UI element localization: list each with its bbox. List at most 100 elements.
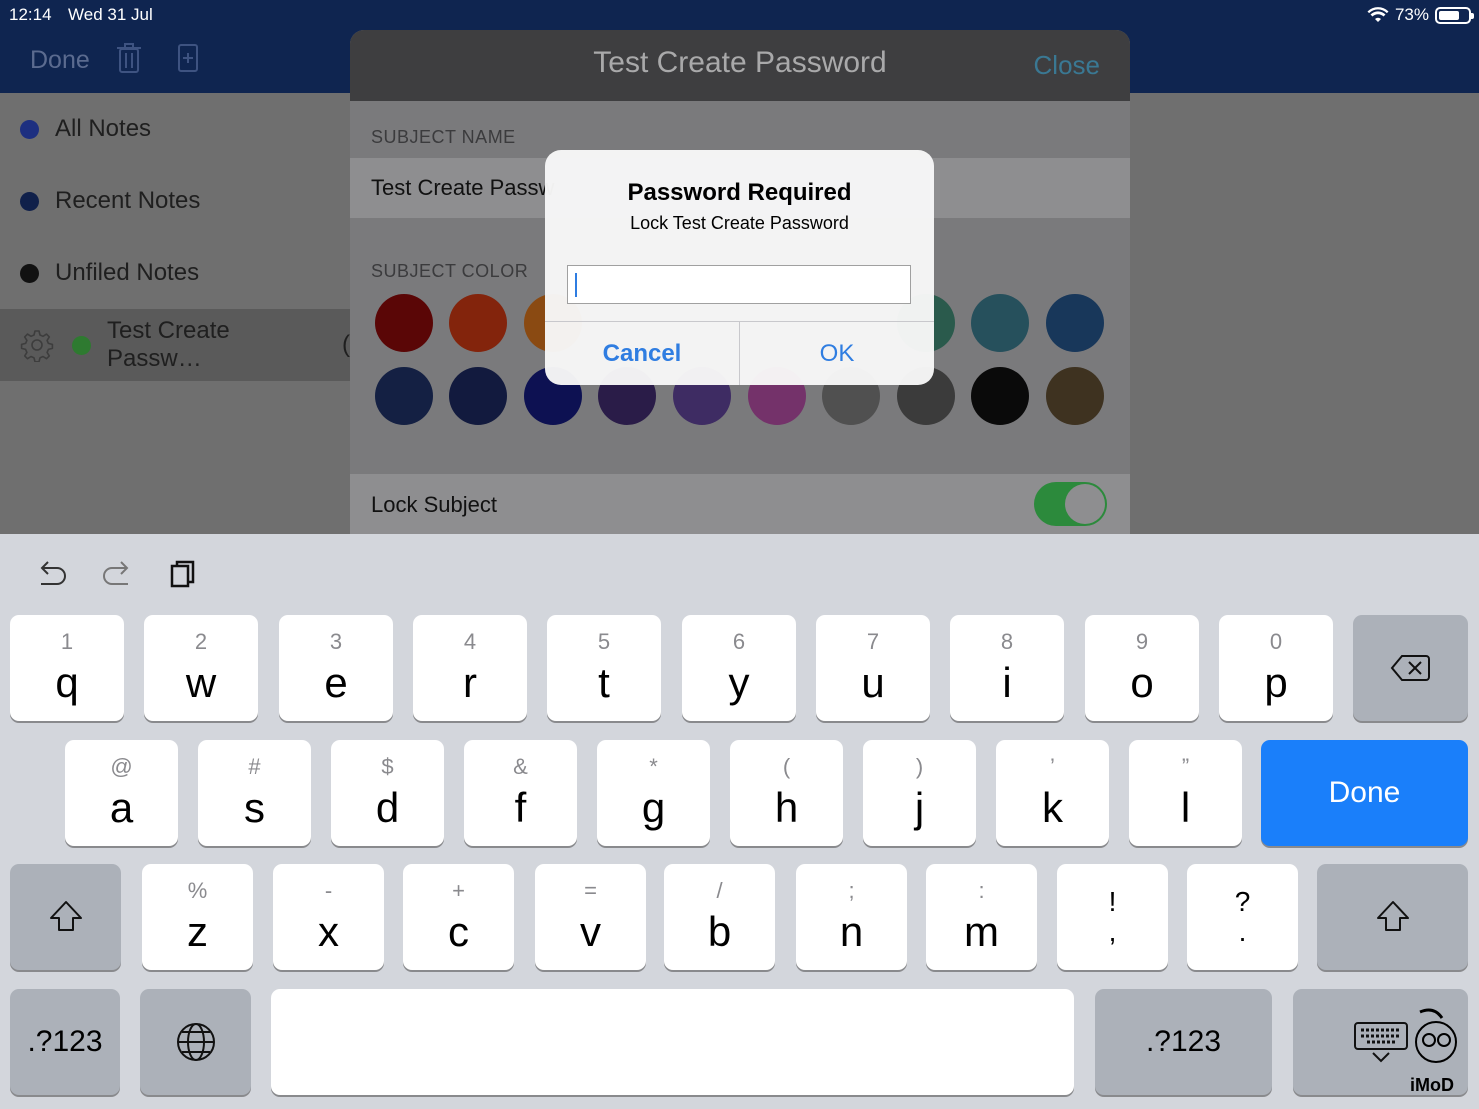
color-swatch[interactable] — [971, 367, 1029, 425]
key-label: v — [580, 908, 601, 955]
done-key-label: Done — [1328, 776, 1401, 809]
subject-name-label: SUBJECT NAME — [371, 127, 516, 147]
key-punctuation[interactable]: ?. — [1187, 864, 1298, 970]
color-swatch[interactable] — [375, 294, 433, 352]
numbers-key-right[interactable]: .?123 — [1095, 989, 1272, 1095]
shift-key-right[interactable] — [1317, 864, 1468, 970]
key-hint: 8 — [1000, 629, 1014, 654]
color-swatch[interactable] — [1046, 294, 1104, 352]
key-s[interactable]: # s — [198, 740, 311, 846]
key-hint: ’ — [1050, 754, 1055, 779]
key-hint: : — [978, 878, 985, 903]
sidebar: All Notes Recent Notes Unfiled Notes Tes… — [0, 93, 350, 534]
sidebar-item-count: ( — [342, 331, 350, 358]
key-g[interactable]: * g — [597, 740, 710, 846]
keyboard: 1 q 2 w 3 e 4 r 5 t 6 y 7 u 8 i 9 o 0 p @ a # s $ d & f * g(h) j’ k” l Do… — [0, 534, 1479, 1109]
key-label: i — [1002, 659, 1012, 706]
backspace-key[interactable] — [1353, 615, 1468, 721]
sheet-title: Test Create Password — [593, 46, 887, 79]
key-hint: / — [716, 878, 723, 903]
shift-key-left[interactable] — [10, 864, 121, 970]
key-m[interactable]: :m — [926, 864, 1037, 970]
key-a[interactable]: @ a — [65, 740, 178, 846]
globe-icon — [140, 989, 251, 1095]
color-swatch[interactable] — [449, 367, 507, 425]
key-hint: @ — [110, 754, 133, 779]
paste-icon[interactable] — [166, 556, 202, 592]
key-z[interactable]: % z — [142, 864, 253, 970]
key-u[interactable]: 7u — [816, 615, 930, 721]
key-punctuation[interactable]: !, — [1057, 864, 1168, 970]
key-p[interactable]: 0p — [1219, 615, 1333, 721]
key-q[interactable]: 1q — [10, 615, 124, 721]
done-key[interactable]: Done — [1261, 740, 1468, 846]
key-x[interactable]: -x — [273, 864, 384, 970]
key-hint: % — [187, 878, 208, 903]
key-w[interactable]: 2w — [144, 615, 258, 721]
key-j[interactable]: ) j — [863, 740, 976, 846]
sidebar-item-test-create-password[interactable]: Test Create Passw… ( — [0, 309, 350, 381]
color-swatch[interactable] — [375, 367, 433, 425]
wifi-icon — [1367, 7, 1389, 22]
key-i[interactable]: 8i — [950, 615, 1064, 721]
key-f[interactable]: & f — [464, 740, 577, 846]
lock-subject-row: Lock Subject — [350, 474, 1130, 534]
key-t[interactable]: 5t — [547, 615, 661, 721]
key-c[interactable]: + c — [403, 864, 514, 970]
redo-icon[interactable] — [100, 556, 136, 592]
new-note-icon[interactable] — [174, 42, 200, 74]
trash-icon[interactable] — [116, 42, 142, 74]
key-label: a — [109, 784, 134, 831]
key-v[interactable]: = v — [535, 864, 646, 970]
key-hint: 0 — [1269, 629, 1283, 654]
close-button[interactable]: Close — [1034, 50, 1100, 81]
key-l[interactable]: ” l — [1129, 740, 1242, 846]
key-label: u — [861, 659, 885, 706]
color-swatch[interactable] — [449, 294, 507, 352]
key-label: b — [707, 908, 732, 955]
color-swatch[interactable] — [1046, 367, 1104, 425]
key-e[interactable]: 3e — [279, 615, 393, 721]
key-hint: = — [584, 878, 597, 903]
status-time: 12:14 — [9, 5, 52, 24]
key-hint: ) — [915, 754, 924, 779]
key-label: , — [1108, 916, 1117, 947]
key-label: . — [1238, 916, 1247, 947]
key-o[interactable]: 9o — [1085, 615, 1199, 721]
note-area-dimmed — [1130, 93, 1479, 534]
key-hint: 4 — [463, 629, 477, 654]
sidebar-item-label: Recent Notes — [55, 187, 201, 214]
key-d[interactable]: $ d — [331, 740, 444, 846]
key-hint: 3 — [329, 629, 343, 654]
gear-icon[interactable] — [20, 328, 54, 362]
nav-done-button[interactable]: Done — [30, 46, 90, 75]
subject-name-value: Test Create Passw — [371, 175, 555, 200]
sidebar-item-recent-notes[interactable]: Recent Notes — [0, 165, 350, 237]
color-swatch[interactable] — [971, 294, 1029, 352]
key-n[interactable]: ; n — [796, 864, 907, 970]
sidebar-item-unfiled-notes[interactable]: Unfiled Notes — [0, 237, 350, 309]
key-label: f — [514, 784, 527, 831]
key-k[interactable]: ’ k — [996, 740, 1109, 846]
globe-key[interactable] — [140, 989, 251, 1095]
watermark-text: iMoD — [1410, 1075, 1454, 1095]
cancel-button[interactable]: Cancel — [545, 322, 739, 385]
key-label: k — [1042, 784, 1063, 831]
lock-subject-toggle[interactable] — [1034, 482, 1107, 526]
key-h[interactable]: (h — [730, 740, 843, 846]
key-r[interactable]: 4r — [413, 615, 527, 721]
key-label: x — [318, 908, 339, 955]
key-label: r — [463, 659, 477, 706]
sidebar-item-all-notes[interactable]: All Notes — [0, 93, 350, 165]
key-label: e — [324, 659, 348, 706]
key-label: ? — [1234, 886, 1251, 917]
numbers-key-left[interactable]: .?123 — [10, 989, 120, 1095]
key-hint: * — [649, 754, 658, 779]
password-input[interactable] — [567, 265, 911, 304]
space-key[interactable] — [271, 989, 1074, 1095]
undo-icon[interactable] — [33, 556, 69, 592]
key-y[interactable]: 6y — [682, 615, 796, 721]
key-hint: 6 — [732, 629, 746, 654]
key-b[interactable]: / b — [664, 864, 775, 970]
ok-button[interactable]: OK — [740, 322, 934, 385]
